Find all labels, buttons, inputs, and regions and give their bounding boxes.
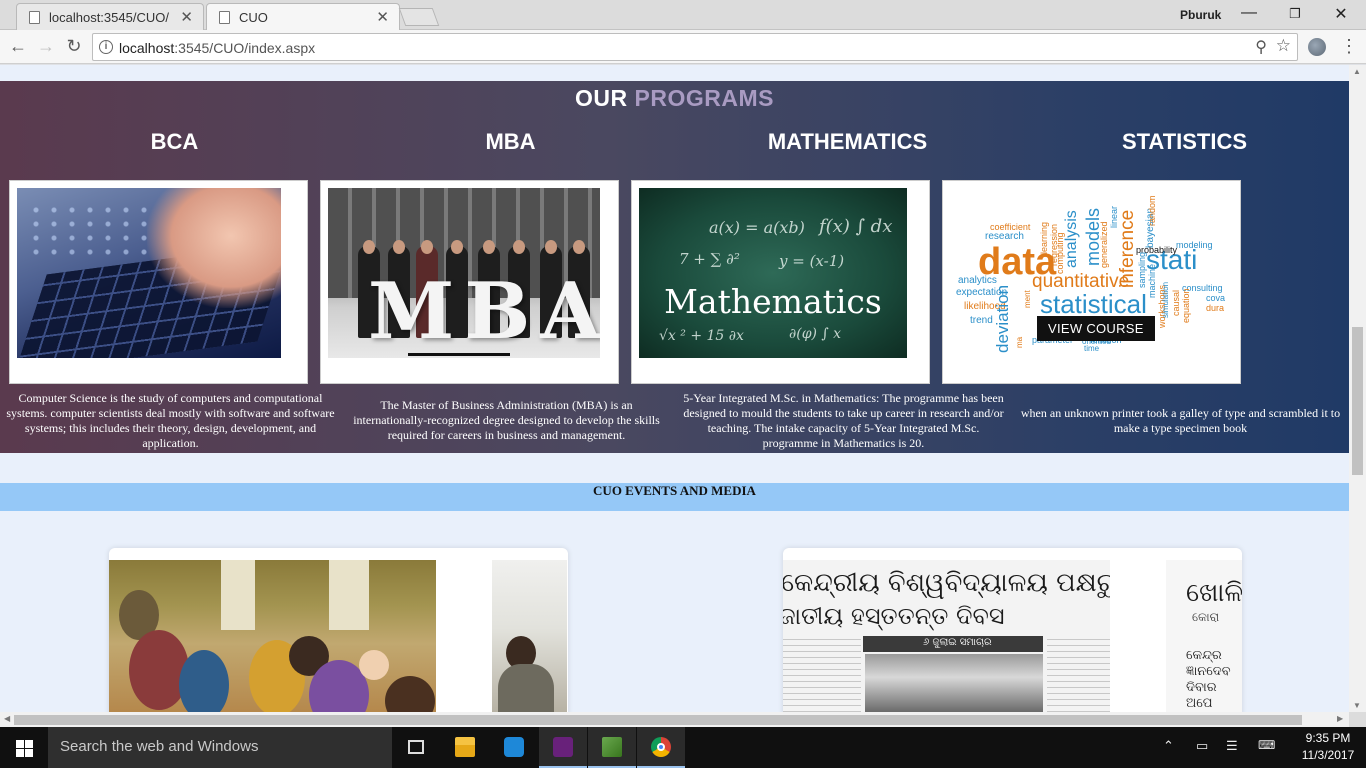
close-window-button[interactable]: ✕ — [1318, 4, 1364, 24]
newspaper-clipping-1[interactable]: କେନ୍ଦ୍ରୀୟ ବିଶ୍ୱବିଦ୍ୟାଳୟ ପକ୍ଷରୁ ଜାତୀୟ ହସ୍… — [783, 560, 1110, 712]
event-photo-students[interactable] — [109, 560, 436, 712]
statistics-wordcloud-image: coefficient research data stati quantita… — [950, 188, 1240, 358]
show-hidden-icons-icon[interactable]: ⌃ — [1163, 738, 1174, 754]
visual-studio-icon[interactable] — [539, 727, 587, 768]
page-icon — [29, 11, 40, 24]
maximize-button[interactable]: ❐ — [1272, 6, 1318, 22]
math-chalkboard-image: a(x) = a(xb) f(x) ∫ dx 7 + ∑ ∂² y = (x-1… — [639, 188, 907, 358]
program-description-mba: The Master of Business Administration (M… — [353, 398, 660, 442]
horizontal-scroll-thumb[interactable] — [14, 715, 1302, 725]
program-name-mba: MBA — [485, 129, 536, 154]
notification-icon[interactable]: ☰ — [1226, 738, 1238, 754]
address-bar[interactable]: i localhost:3545/CUO/index.aspx ⚲ ☆ — [92, 33, 1298, 61]
program-card-bca[interactable] — [9, 180, 308, 384]
program-name-bca: BCA — [150, 129, 199, 154]
programs-title: OUR PROGRAMS — [575, 85, 774, 111]
mba-group-image: MBA — [328, 188, 600, 358]
keyboard-icon[interactable]: ⌨ — [1258, 738, 1275, 752]
new-tab-button[interactable] — [398, 8, 440, 26]
bca-keyboard-image — [17, 188, 281, 358]
back-arrow-icon[interactable]: ← — [6, 36, 30, 57]
tab-strip: localhost:3545/CUO/Con ✕ CUO ✕ Pburuk — … — [0, 0, 1366, 31]
windows-start-button[interactable] — [0, 727, 48, 768]
page-viewport: OUR PROGRAMS BCA MBA MATHEMATICS STATIST… — [0, 65, 1349, 712]
program-card-mathematics[interactable]: a(x) = a(xb) f(x) ∫ dx 7 + ∑ ∂² y = (x-1… — [631, 180, 930, 384]
taskbar-search-input[interactable]: Search the web and Windows — [48, 727, 392, 768]
program-name-statistics: STATISTICS — [1121, 129, 1248, 154]
program-description-mathematics: 5-Year Integrated M.Sc. in Mathematics: … — [683, 391, 1004, 450]
battery-icon[interactable]: ▭ — [1196, 738, 1208, 754]
events-section-title: CUO EVENTS AND MEDIA — [0, 483, 1349, 511]
spreadsheet-app-icon[interactable] — [588, 727, 636, 768]
url-text[interactable]: localhost:3545/CUO/index.aspx — [119, 40, 315, 56]
profile-name[interactable]: Pburuk — [1180, 8, 1221, 22]
programs-section: OUR PROGRAMS BCA MBA MATHEMATICS STATIST… — [0, 81, 1349, 453]
mba-image-text: MBA — [368, 266, 600, 357]
tab-cuo[interactable]: CUO ✕ — [206, 3, 400, 31]
vertical-scrollbar[interactable]: ▲ ▼ — [1349, 65, 1366, 712]
program-name-mathematics: MATHEMATICS — [767, 129, 928, 154]
page-icon — [219, 11, 230, 24]
zoom-icon[interactable]: ⚲ — [1255, 37, 1267, 57]
tab-title: CUO — [239, 10, 268, 25]
menu-dots-icon[interactable]: ⋮ — [1340, 36, 1358, 57]
scrollbar-corner — [1349, 712, 1366, 727]
taskbar: Search the web and Windows ⌃ ▭ ☰ ⌨ 9:35 … — [0, 727, 1366, 768]
reload-icon[interactable]: ↻ — [62, 36, 86, 57]
close-icon[interactable]: ✕ — [180, 8, 193, 26]
sync-app-icon[interactable] — [490, 727, 538, 768]
vertical-scroll-thumb[interactable] — [1352, 327, 1363, 475]
program-card-statistics[interactable]: coefficient research data stati quantita… — [942, 180, 1241, 384]
tab-title: localhost:3545/CUO/Con — [49, 10, 169, 25]
close-icon[interactable]: ✕ — [376, 8, 389, 26]
extension-icon[interactable] — [1308, 38, 1326, 56]
tab-localhost[interactable]: localhost:3545/CUO/Con ✕ — [16, 3, 204, 30]
info-icon[interactable]: i — [99, 40, 113, 54]
taskbar-clock[interactable]: 9:35 PM 11/3/2017 — [1298, 730, 1358, 764]
math-image-text: Mathematics — [664, 282, 882, 321]
chrome-icon[interactable] — [637, 727, 685, 768]
event-photo-speaker[interactable] — [492, 560, 567, 712]
bookmark-star-icon[interactable]: ☆ — [1276, 36, 1291, 56]
program-description-statistics: when an unknown printer took a galley of… — [1020, 406, 1341, 435]
file-explorer-icon[interactable] — [441, 727, 489, 768]
forward-arrow-icon[interactable]: → — [34, 36, 58, 57]
browser-toolbar: ← → ↻ i localhost:3545/CUO/index.aspx ⚲ … — [0, 30, 1366, 64]
minimize-button[interactable]: — — [1226, 4, 1272, 22]
view-course-button[interactable]: VIEW COURSE — [1037, 316, 1155, 341]
program-card-mba[interactable]: MBA — [320, 180, 619, 384]
program-description-bca: Computer Science is the study of compute… — [6, 391, 335, 450]
newspaper-clipping-2[interactable]: ଖୋଳି କୋରା କେନ୍ଦ୍ର ଜ୍ଞାନଦେବ ଦିବାର ଅପେ — [1166, 560, 1242, 712]
task-view-icon[interactable] — [392, 727, 440, 768]
horizontal-scrollbar[interactable]: ◀ ▶ — [0, 712, 1349, 727]
